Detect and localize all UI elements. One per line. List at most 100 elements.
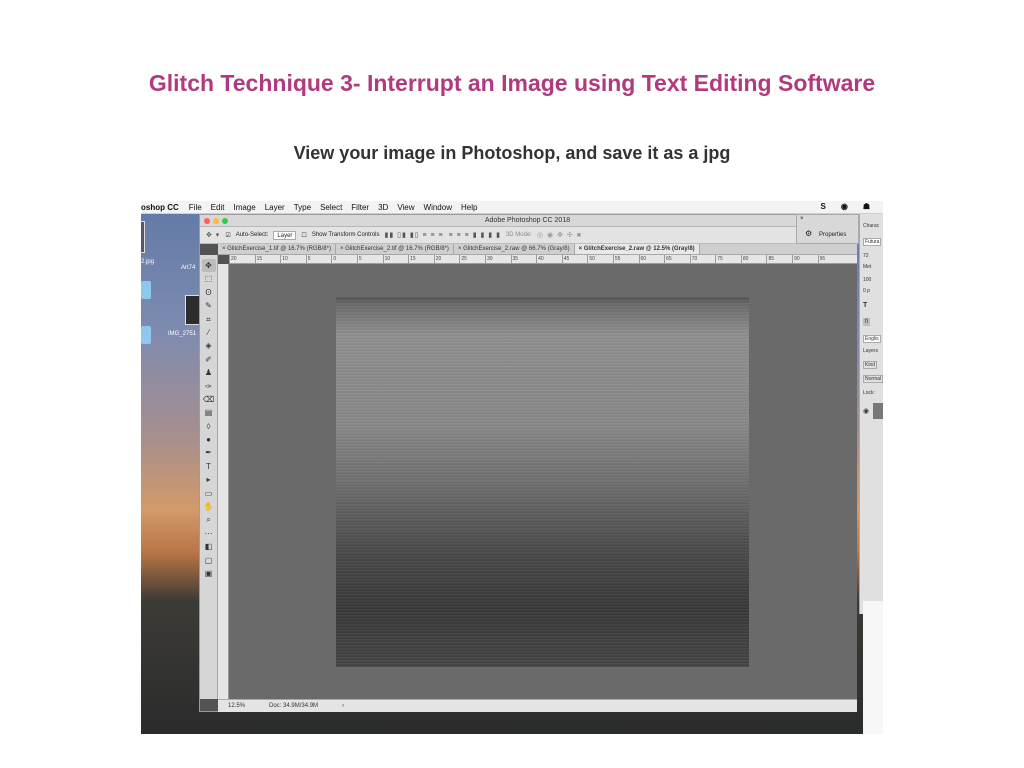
tab-glitch-1-tif[interactable]: × GlitchExercise_1.tif @ 16.7% (RGB/8*) [218, 244, 336, 254]
vertical-scale-field[interactable]: 100 [863, 277, 871, 283]
glitched-image[interactable] [336, 297, 749, 667]
properties-label[interactable]: Properties [819, 232, 846, 238]
marquee-tool-icon[interactable]: ⬚ [202, 272, 216, 285]
lasso-tool-icon[interactable]: ʘ [202, 286, 216, 299]
pen-tool-icon[interactable]: ✒ [202, 446, 216, 459]
move-tool-icon[interactable]: ✥ [201, 259, 216, 273]
brush-tool-icon[interactable]: ✐ [202, 353, 216, 366]
tab-glitch-2-tif[interactable]: × GlitchExercise_2.tif @ 16.7% (RGB/8*) [336, 244, 454, 254]
minimize-window-icon[interactable] [213, 218, 219, 224]
font-size-field[interactable]: 72 [863, 253, 869, 259]
history-brush-icon[interactable]: ✑ [202, 380, 216, 393]
ruler-tick: 40 [536, 255, 562, 263]
window-titlebar[interactable]: Adobe Photoshop CC 2018 [200, 215, 855, 227]
more-tools-icon[interactable]: ⋯ [202, 527, 216, 540]
desktop-label: IMG_2751 [168, 331, 197, 337]
language-dropdown[interactable]: Englis [863, 335, 881, 343]
zoom-level[interactable]: 12.5% [228, 703, 245, 709]
rectangle-tool-icon[interactable]: ▭ [202, 487, 216, 500]
crop-tool-icon[interactable]: ⌗ [202, 313, 216, 326]
character-panel-title: Charac [863, 223, 880, 229]
properties-icon[interactable]: ⚙ [805, 229, 812, 238]
eraser-tool-icon[interactable]: ⌫ [202, 393, 216, 406]
canvas-area[interactable] [229, 264, 857, 699]
ruler-tick: 0 [331, 255, 357, 263]
character-panel: Charac Futura 72 Met 100 0 p T fi Englis… [859, 214, 883, 614]
doc-size: Doc: 34.9M/34.9M [269, 703, 319, 709]
desktop-label: 2.jpg [141, 259, 155, 265]
blend-mode-dropdown[interactable]: Normal [863, 375, 883, 383]
background-window-edge [863, 601, 883, 734]
folder-icon[interactable] [141, 326, 151, 344]
menubar-app-name[interactable]: oshop CC [141, 203, 179, 212]
color-swatch-icon[interactable]: ◧ [202, 540, 216, 553]
ruler-tick: 45 [561, 255, 588, 263]
menu-layer[interactable]: Layer [265, 203, 285, 212]
mode-3d-label: 3D Mode: [505, 232, 532, 238]
type-tool-icon[interactable]: T [202, 460, 216, 473]
status-bar: 12.5% Doc: 34.9M/34.9M › [218, 699, 857, 712]
menu-help[interactable]: Help [461, 203, 477, 212]
layers-panel-title: Layers [863, 348, 879, 354]
ruler-tick: 75 [715, 255, 741, 263]
menu-edit[interactable]: Edit [211, 203, 225, 212]
folder-icon[interactable] [141, 281, 151, 299]
zoom-window-icon[interactable] [222, 218, 228, 224]
layer-visibility-icon[interactable]: ◉ [863, 407, 869, 415]
skype-icon[interactable]: S [821, 202, 826, 211]
ruler-tick: 25 [459, 255, 485, 263]
eye-icon[interactable]: ◉ [841, 202, 848, 211]
tools-panel: ✥ ⬚ ʘ ✎ ⌗ ⁄ ◈ ✐ ♟ ✑ ⌫ ▤ ◊ ● ✒ T ▸ ▭ ✋ ⌕ … [200, 255, 218, 699]
menu-window[interactable]: Window [424, 203, 452, 212]
auto-select-checkbox[interactable]: ☑ [225, 232, 230, 239]
move-tool-icon[interactable]: ✥ ▾ [206, 231, 220, 239]
close-window-icon[interactable] [204, 218, 210, 224]
menu-filter[interactable]: Filter [351, 203, 369, 212]
desktop-thumbnail[interactable] [141, 221, 145, 253]
menu-select[interactable]: Select [320, 203, 342, 212]
quick-select-tool-icon[interactable]: ✎ [202, 299, 216, 312]
baseline-field[interactable]: 0 p [863, 288, 870, 294]
tab-glitch-2-raw-66[interactable]: × GlitchExercise_2.raw @ 66.7% (Gray/8) [454, 244, 575, 254]
align-icons[interactable]: ▮▮ ▯▮ ▮▯ ≡ ≡ ≡ [385, 231, 444, 239]
ruler-tick: 15 [408, 255, 434, 263]
menu-type[interactable]: Type [294, 203, 311, 212]
ruler-tick: 60 [638, 255, 665, 263]
auto-select-dropdown[interactable]: Layer [273, 230, 297, 240]
path-select-icon[interactable]: ▸ [202, 473, 216, 486]
3d-mode-icons[interactable]: ◎ ◉ ✥ ✣ ■ [537, 231, 582, 239]
faux-bold-icon[interactable]: T [863, 302, 867, 309]
menu-file[interactable]: File [189, 203, 202, 212]
quick-mask-icon[interactable]: ▢ [202, 554, 216, 567]
status-arrow-icon[interactable]: › [342, 703, 344, 709]
show-transform-checkbox[interactable]: ☐ [301, 232, 306, 239]
healing-tool-icon[interactable]: ◈ [202, 339, 216, 352]
layer-kind-filter[interactable]: Kind [863, 361, 878, 369]
font-family-field[interactable]: Futura [863, 238, 882, 246]
eyedropper-tool-icon[interactable]: ⁄ [202, 326, 216, 339]
slide-title: Glitch Technique 3- Interrupt an Image u… [148, 70, 876, 96]
slide-subtitle: View your image in Photoshop, and save i… [293, 143, 731, 163]
dodge-tool-icon[interactable]: ● [202, 433, 216, 446]
ligature-icon[interactable]: fi [863, 318, 870, 326]
panel-close-icon[interactable]: × [800, 216, 804, 222]
tab-glitch-2-raw-12[interactable]: × GlitchExercise_2.raw @ 12.5% (Gray/8) [574, 244, 700, 254]
menu-view[interactable]: View [397, 203, 414, 212]
screen-mode-icon[interactable]: ▣ [202, 567, 216, 580]
menu-image[interactable]: Image [233, 203, 255, 212]
users-icon[interactable]: ☗ [863, 202, 870, 211]
ruler-tick: 85 [766, 255, 792, 263]
stamp-tool-icon[interactable]: ♟ [202, 366, 216, 379]
hand-tool-icon[interactable]: ✋ [202, 500, 216, 513]
desktop-label: Art74 [181, 265, 196, 271]
gradient-tool-icon[interactable]: ▤ [202, 406, 216, 419]
ruler-tick: 15 [254, 255, 281, 263]
menu-3d[interactable]: 3D [378, 203, 388, 212]
zoom-tool-icon[interactable]: ⌕ [202, 513, 216, 526]
kerning-field[interactable]: Met [863, 264, 871, 270]
distribute-icons[interactable]: ≡ ≡ ≡ ▮ ▮ ▮ ▮ [449, 231, 501, 239]
show-transform-label: Show Transform Controls [311, 232, 380, 238]
layer-thumbnail[interactable] [873, 403, 883, 419]
window-title: Adobe Photoshop CC 2018 [484, 217, 571, 224]
blur-tool-icon[interactable]: ◊ [202, 420, 216, 433]
